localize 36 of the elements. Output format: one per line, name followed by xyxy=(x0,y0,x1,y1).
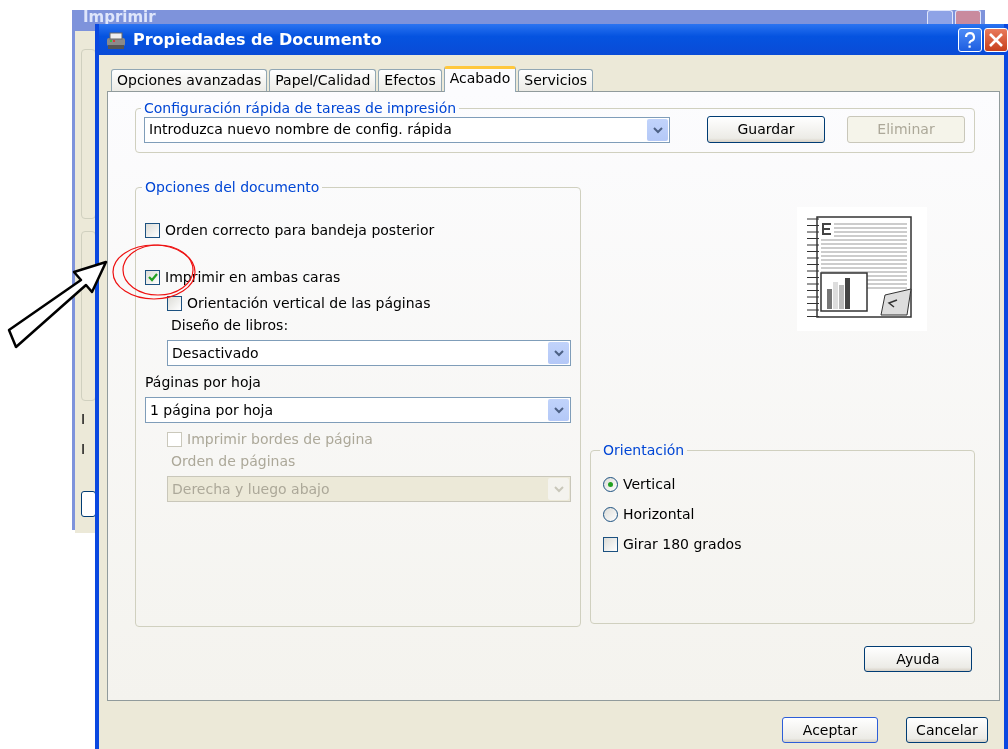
group-title: Orientación xyxy=(602,442,686,458)
tab[interactable]: Servicios xyxy=(518,69,594,91)
radio-label[interactable]: Horizontal xyxy=(623,503,695,525)
group-title: Configuración rápida de tareas de impresión xyxy=(143,100,458,116)
dropdown[interactable]: Introduzca nuevo nombre de config. rápida xyxy=(144,116,670,143)
check-icon xyxy=(146,271,159,283)
checkbox-label[interactable]: Orden correcto para bandeja posterior xyxy=(165,219,435,241)
field-label: Diseño de libros: xyxy=(170,316,290,335)
tab[interactable]: Papel/Calidad xyxy=(269,69,377,91)
close-icon xyxy=(987,30,1005,49)
checkbox[interactable] xyxy=(167,295,182,311)
tab[interactable]: Opciones avanzadas xyxy=(111,69,268,91)
tab[interactable]: Acabado xyxy=(443,66,517,92)
label-text: I xyxy=(81,410,87,427)
radio-label[interactable]: Vertical xyxy=(623,473,676,495)
ok-button[interactable]: Aceptar xyxy=(782,717,878,743)
help-button[interactable]: Ayuda xyxy=(864,646,972,672)
window-title: Imprimir xyxy=(82,10,156,25)
field-label: Orden de páginas xyxy=(170,452,297,471)
dropdown[interactable]: 1 página por hoja xyxy=(145,397,571,423)
checkbox[interactable] xyxy=(145,269,160,285)
label-text: I xyxy=(81,440,87,457)
group-title: Opciones del documento xyxy=(144,179,321,195)
checkbox[interactable] xyxy=(603,536,618,552)
cancel-button[interactable]: Cancelar xyxy=(906,717,988,743)
checkbox-label[interactable]: Girar 180 grados xyxy=(623,533,742,555)
checkbox[interactable] xyxy=(145,222,160,238)
dropdown[interactable]: Desactivado xyxy=(167,340,571,366)
field-label: Páginas por hoja xyxy=(145,373,262,392)
printer-icon xyxy=(105,29,127,50)
window-title: Propiedades de Documento xyxy=(133,28,382,51)
tab[interactable]: Efectos xyxy=(378,69,442,91)
radio-button[interactable] xyxy=(603,476,618,492)
checkbox-label[interactable]: Orientación vertical de las páginas xyxy=(187,292,431,314)
radio-button[interactable] xyxy=(603,506,618,522)
button[interactable]: Guardar xyxy=(707,116,825,143)
